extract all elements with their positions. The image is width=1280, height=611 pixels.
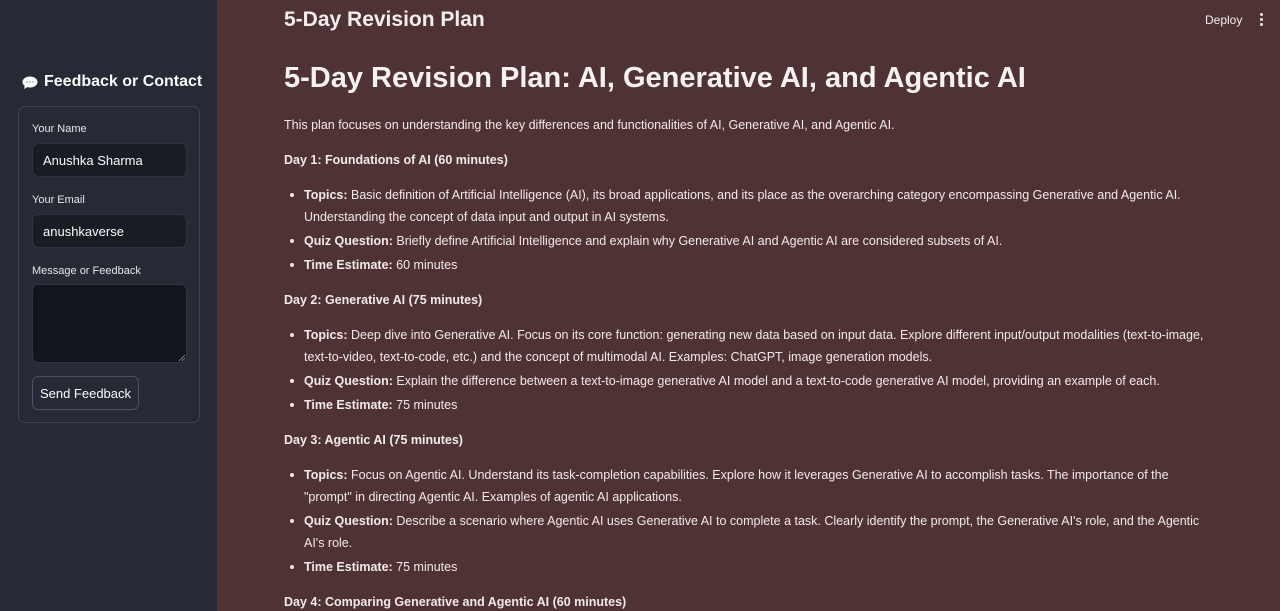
item-text: Briefly define Artificial Intelligence a… (392, 234, 1003, 248)
list-item: Quiz Question: Briefly define Artificial… (284, 230, 1204, 252)
item-text: Basic definition of Artificial Intellige… (304, 188, 1181, 224)
sidebar-header: Feedback or Contact (22, 73, 202, 91)
message-label: Message or Feedback (32, 265, 141, 277)
item-label: Time Estimate: (304, 398, 393, 412)
page-title: 5-Day Revision Plan (284, 8, 485, 31)
list-item: Topics: Focus on Agentic AI. Understand … (284, 464, 1204, 508)
sidebar-header-label: Feedback or Contact (44, 73, 203, 90)
plan-content: This plan focuses on understanding the k… (284, 114, 1204, 611)
name-label: Your Name (32, 123, 87, 135)
item-text: Explain the difference between a text-to… (392, 374, 1160, 388)
day-title: Day 2: Generative AI (75 minutes) (284, 293, 483, 307)
email-label: Your Email (32, 194, 85, 206)
list-item: Topics: Deep dive into Generative AI. Fo… (284, 324, 1204, 368)
list-item: Quiz Question: Explain the difference be… (284, 370, 1204, 392)
item-label: Quiz Question: (304, 374, 393, 388)
day-title: Day 1: Foundations of AI (60 minutes) (284, 153, 508, 167)
item-label: Time Estimate: (304, 560, 393, 574)
email-input[interactable] (32, 214, 187, 248)
day-item-list: Topics: Focus on Agentic AI. Understand … (284, 464, 1204, 578)
day-item-list: Topics: Basic definition of Artificial I… (284, 184, 1204, 276)
item-text: 75 minutes (392, 560, 458, 574)
list-item: Time Estimate: 60 minutes (284, 254, 1204, 276)
item-label: Topics: (304, 188, 348, 202)
item-label: Topics: (304, 468, 348, 482)
list-item: Time Estimate: 75 minutes (284, 394, 1204, 416)
name-input[interactable] (32, 143, 187, 177)
item-text: Describe a scenario where Agentic AI use… (304, 514, 1200, 550)
intro-text: This plan focuses on understanding the k… (284, 118, 895, 132)
list-item: Time Estimate: 75 minutes (284, 556, 1204, 578)
item-label: Quiz Question: (304, 234, 393, 248)
day-title: Day 4: Comparing Generative and Agentic … (284, 595, 627, 609)
sidebar: Feedback or Contact Your Name Your Email… (0, 0, 217, 611)
deploy-button[interactable]: Deploy (1205, 13, 1242, 27)
item-label: Time Estimate: (304, 258, 393, 272)
feedback-form: Your Name Your Email Message or Feedback… (18, 106, 200, 423)
item-text: 75 minutes (392, 398, 458, 412)
item-text: Deep dive into Generative AI. Focus on i… (304, 328, 1204, 364)
item-text: Focus on Agentic AI. Understand its task… (304, 468, 1169, 504)
message-textarea[interactable] (32, 284, 187, 363)
day-title: Day 3: Agentic AI (75 minutes) (284, 433, 463, 447)
item-label: Quiz Question: (304, 514, 393, 528)
item-label: Topics: (304, 328, 348, 342)
speech-balloon-icon (22, 76, 38, 89)
resize-grip-icon[interactable] (179, 355, 185, 361)
send-feedback-button[interactable]: Send Feedback (32, 376, 139, 410)
main-heading: 5-Day Revision Plan: AI, Generative AI, … (284, 62, 1026, 94)
list-item: Topics: Basic definition of Artificial I… (284, 184, 1204, 228)
kebab-menu-icon[interactable] (1259, 13, 1263, 26)
day-item-list: Topics: Deep dive into Generative AI. Fo… (284, 324, 1204, 416)
list-item: Quiz Question: Describe a scenario where… (284, 510, 1204, 554)
item-text: 60 minutes (392, 258, 458, 272)
